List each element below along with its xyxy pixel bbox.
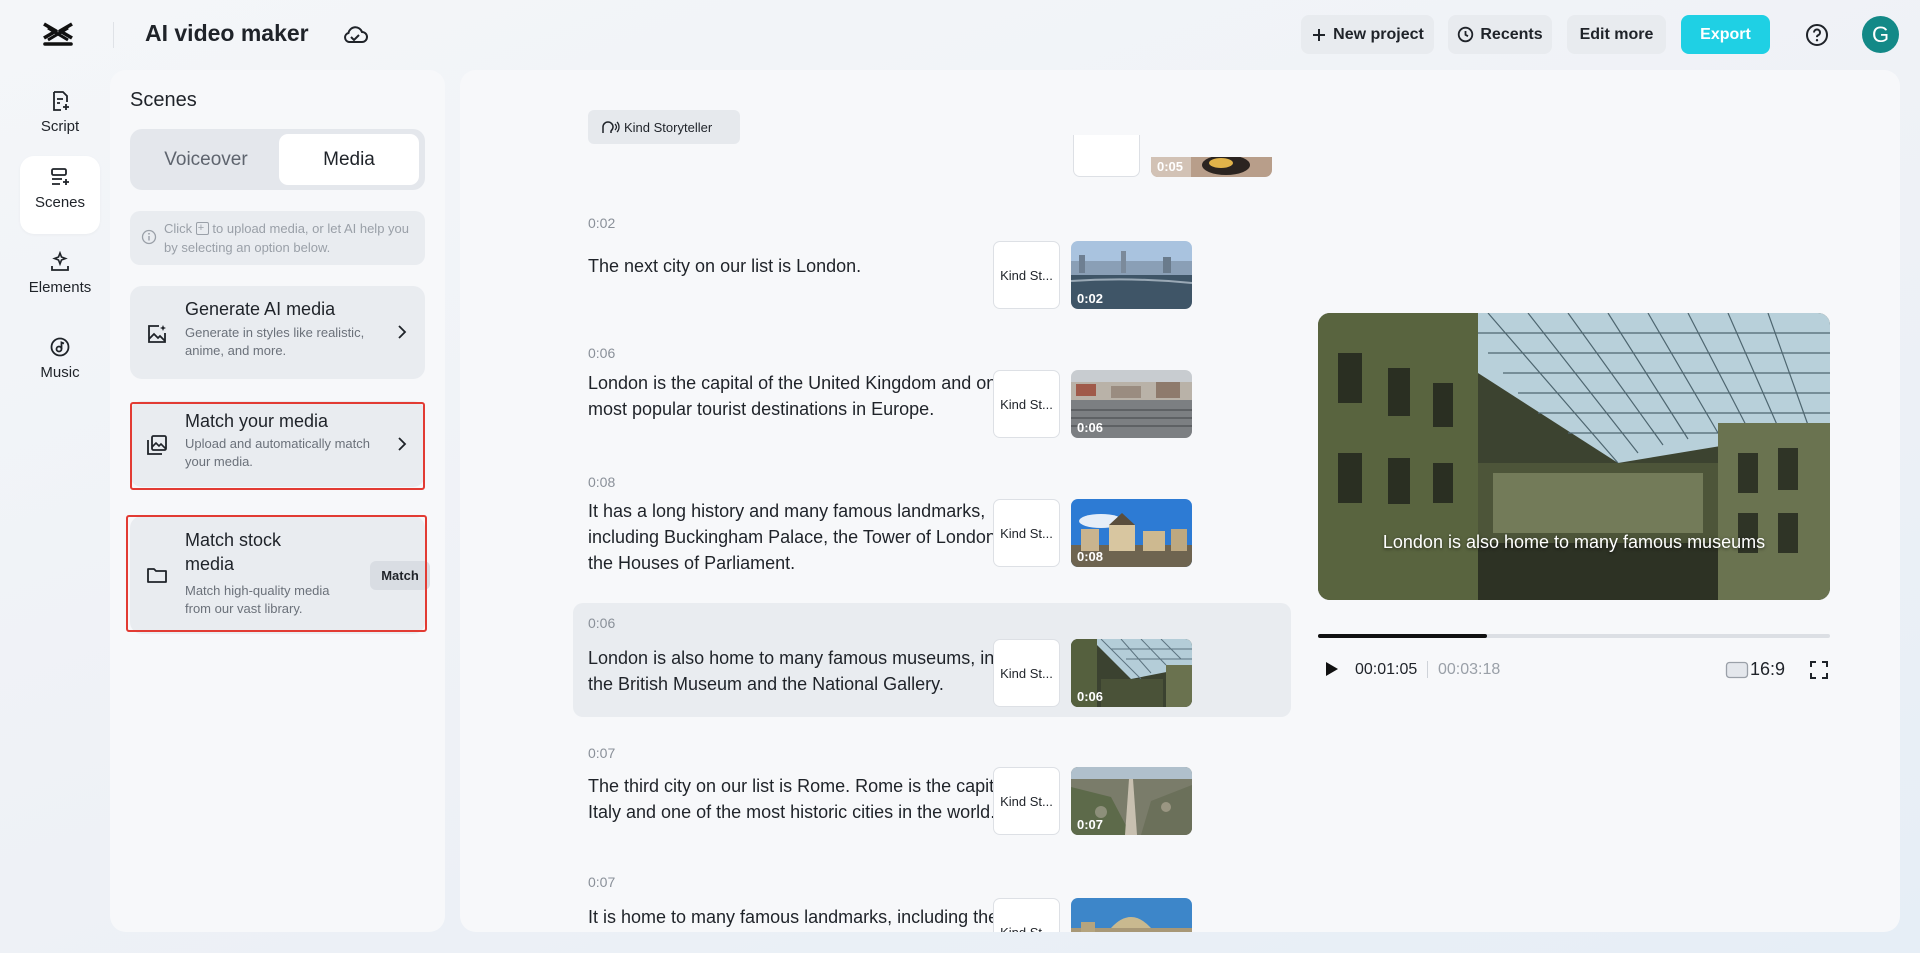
tab-switcher: Voiceover Media <box>130 129 425 190</box>
cloud-save-icon[interactable] <box>341 22 369 48</box>
current-time: 00:01:05 <box>1355 661 1418 678</box>
scene-thumbnail[interactable]: 0:08 <box>1071 499 1192 567</box>
voice-chip-label: Kind Storyteller <box>624 119 713 135</box>
scene-voice-box[interactable]: Kind St... <box>993 499 1060 567</box>
scene-item[interactable]: 0:07 The third city on our list is Rome.… <box>573 735 1291 843</box>
scene-thumbnail[interactable]: 0:06 <box>1071 370 1192 438</box>
rail-label-elements: Elements <box>28 279 92 296</box>
time-separator <box>1427 661 1428 678</box>
fullscreen-icon[interactable] <box>1809 660 1829 680</box>
voice-chip[interactable]: Kind Storyteller <box>588 110 740 144</box>
scene-thumbnail[interactable]: 0:02 <box>1071 241 1192 309</box>
header-divider <box>113 22 114 48</box>
clock-icon <box>1458 26 1474 43</box>
video-preview[interactable]: London is also home to many famous museu… <box>1318 313 1830 600</box>
progress-track[interactable] <box>1318 634 1830 638</box>
card-title: Generate AI media <box>185 299 336 319</box>
chevron-right-icon <box>398 325 407 339</box>
help-icon[interactable] <box>1804 22 1830 48</box>
thumbnail-duration: 0:06 <box>1077 689 1104 704</box>
tab-voiceover[interactable]: Voiceover <box>136 134 276 185</box>
scene-item[interactable]: 0:07 It is home to many famous landmarks… <box>573 864 1291 932</box>
info-icon <box>141 229 157 245</box>
scene-thumbnail[interactable]: 0:06 <box>1071 639 1192 707</box>
scene-voice-box[interactable]: Kind St... <box>993 639 1060 707</box>
new-project-label: New project <box>1333 25 1424 43</box>
scene-item[interactable]: 0:02 The next city on our list is London… <box>573 205 1291 313</box>
scene-text[interactable]: London is the capital of the United King… <box>588 370 1058 422</box>
highlight-box <box>126 515 427 632</box>
rail-label-scenes: Scenes <box>34 194 86 211</box>
voice-icon <box>602 121 620 133</box>
upload-info-note: Click to upload media, or let AI help yo… <box>130 211 425 265</box>
total-time: 00:03:18 <box>1438 661 1501 678</box>
editor-main: Kind Storyteller 0:05 0:02 The next city… <box>460 70 1900 932</box>
capcut-logo-icon[interactable] <box>42 20 74 50</box>
play-icon[interactable] <box>1324 660 1340 678</box>
scene-text[interactable]: The next city on our list is London. <box>588 253 1058 279</box>
video-caption: London is also home to many famous museu… <box>1382 532 1766 552</box>
scene-text[interactable]: London is also home to many famous museu… <box>588 645 1058 697</box>
scene-time: 0:08 <box>588 474 616 490</box>
rail-item-elements[interactable]: Elements <box>20 241 100 319</box>
top-bar: AI video maker New project Recents Edit … <box>0 0 1920 70</box>
thumbnail-duration: 0:02 <box>1077 291 1104 306</box>
new-project-button[interactable]: New project <box>1301 15 1434 54</box>
scene-time: 0:02 <box>588 215 616 231</box>
upload-icon[interactable] <box>195 219 209 238</box>
info-text-pre: Click <box>164 221 193 236</box>
scene-voice-box[interactable]: Kind St... <box>993 898 1060 932</box>
elements-icon <box>51 251 69 271</box>
scene-time: 0:06 <box>588 345 616 361</box>
scene-voice-box[interactable]: Kind St... <box>993 370 1060 438</box>
thumbnail-duration: 0:06 <box>1077 420 1104 435</box>
card-description: Generate in styles like realistic, anime… <box>185 325 365 358</box>
scene-thumbnail[interactable]: 0:05 <box>1151 157 1272 177</box>
rail-label-script: Script <box>40 118 80 135</box>
recents-label: Recents <box>1480 25 1543 43</box>
scene-text[interactable]: It is home to many famous landmarks, inc… <box>588 904 1058 930</box>
scene-item[interactable]: 0:06 London is the capital of the United… <box>573 335 1291 443</box>
scene-thumbnail[interactable] <box>1071 898 1192 932</box>
tab-media[interactable]: Media <box>279 134 419 185</box>
aspect-ratio-icon[interactable] <box>1725 661 1749 679</box>
export-button[interactable]: Export <box>1681 15 1770 54</box>
scene-item-active[interactable]: 0:06 London is also home to many famous … <box>573 603 1291 717</box>
scene-thumbnail[interactable]: 0:07 <box>1071 767 1192 835</box>
voice-box[interactable] <box>1073 135 1140 177</box>
scene-time: 0:07 <box>588 874 616 890</box>
thumbnail-duration: 0:08 <box>1077 549 1104 564</box>
scene-time: 0:06 <box>588 615 616 631</box>
aspect-ratio-label[interactable]: 16:9 <box>1750 659 1785 680</box>
rail-item-script[interactable]: Script <box>20 80 100 158</box>
generate-ai-media-card[interactable]: Generate AI media Generate in styles lik… <box>130 286 425 379</box>
rail-item-scenes[interactable]: Scenes <box>20 156 100 234</box>
thumbnail-duration: 0:05 <box>1157 159 1184 174</box>
scene-item[interactable]: 0:08 It has a long history and many famo… <box>573 464 1291 573</box>
rail-item-music[interactable]: Music <box>20 326 100 404</box>
ai-image-icon <box>148 325 166 343</box>
recents-button[interactable]: Recents <box>1448 15 1552 54</box>
edit-more-button[interactable]: Edit more <box>1567 15 1666 54</box>
music-icon <box>50 337 70 357</box>
scene-time: 0:07 <box>588 745 616 761</box>
scenes-icon <box>51 168 69 185</box>
panel-title: Scenes <box>130 89 197 111</box>
export-label: Export <box>1700 25 1751 43</box>
edit-more-label: Edit more <box>1579 25 1654 43</box>
plus-icon <box>1313 28 1326 41</box>
scenes-panel: Scenes Voiceover Media Click to upload m… <box>110 70 445 932</box>
scene-voice-box[interactable]: Kind St... <box>993 767 1060 835</box>
thumbnail-duration: 0:07 <box>1077 817 1104 832</box>
highlight-box <box>130 402 425 490</box>
scene-voice-box[interactable]: Kind St... <box>993 241 1060 309</box>
rail-label-music: Music <box>40 364 80 381</box>
scene-text[interactable]: It has a long history and many famous la… <box>588 498 1058 576</box>
script-icon <box>53 91 69 111</box>
app-title: AI video maker <box>145 20 309 46</box>
scene-text[interactable]: The third city on our list is Rome. Rome… <box>588 773 1058 825</box>
avatar[interactable]: G <box>1862 16 1899 53</box>
progress-fill <box>1318 634 1487 638</box>
